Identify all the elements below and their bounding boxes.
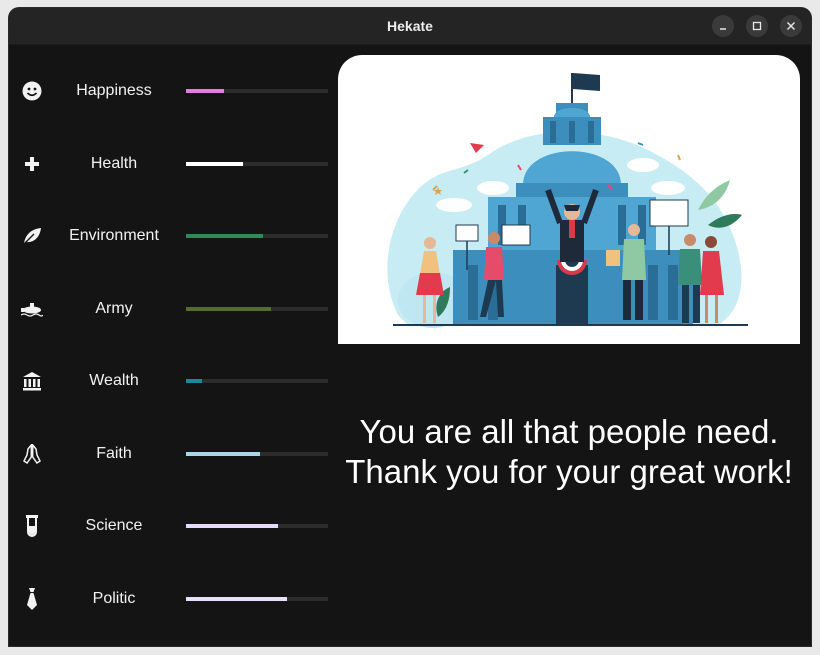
test-tube-icon	[21, 515, 43, 537]
stat-fill	[186, 162, 243, 166]
stat-row-health: Health	[9, 144, 331, 184]
app-window: Hekate Happiness Health Environment Army…	[9, 8, 811, 646]
stat-label: Politic	[92, 590, 136, 607]
tie-icon	[21, 588, 43, 610]
stat-row-happiness: Happiness	[9, 71, 331, 111]
stat-bar-health	[186, 162, 328, 166]
stat-fill	[186, 524, 279, 528]
maximize-icon	[752, 21, 762, 31]
event-message: You are all that people need. Thank you …	[331, 412, 807, 492]
stat-row-wealth: Wealth	[9, 361, 331, 401]
stat-row-army: Army	[9, 289, 331, 329]
minimize-button[interactable]	[712, 15, 734, 37]
stat-row-politic: Politic	[9, 579, 331, 619]
stat-fill	[186, 597, 287, 601]
stat-bar-science	[186, 524, 328, 528]
stat-row-science: Science	[9, 506, 331, 546]
stat-bar-politic	[186, 597, 328, 601]
stat-fill	[186, 379, 202, 383]
message-line-1: You are all that people need.	[359, 413, 779, 450]
plus-cross-icon	[21, 153, 43, 175]
stat-bar-faith	[186, 452, 328, 456]
stat-fill	[186, 234, 263, 238]
stat-label: Wealth	[89, 372, 139, 389]
maximize-button[interactable]	[746, 15, 768, 37]
bank-icon	[21, 370, 43, 392]
praying-hands-icon	[21, 443, 43, 465]
stat-fill	[186, 452, 260, 456]
window-title: Hekate	[387, 18, 433, 34]
stat-label: Faith	[96, 445, 132, 462]
minimize-icon	[720, 28, 726, 30]
event-illustration	[338, 55, 800, 344]
submarine-icon	[21, 298, 43, 320]
stat-row-faith: Faith	[9, 434, 331, 474]
stat-bar-environment	[186, 234, 328, 238]
message-line-2: Thank you for your great work!	[345, 453, 793, 490]
title-bar[interactable]: Hekate	[9, 8, 811, 45]
stat-fill	[186, 307, 272, 311]
stat-row-environment: Environment	[9, 216, 331, 256]
stat-bar-wealth	[186, 379, 328, 383]
leaf-icon	[21, 225, 43, 247]
close-button[interactable]	[780, 15, 802, 37]
stat-bar-happiness	[186, 89, 328, 93]
smiley-icon	[21, 80, 43, 102]
stat-label: Science	[85, 517, 143, 534]
stat-label: Army	[95, 300, 133, 317]
stat-label: Happiness	[76, 82, 152, 99]
stat-bar-army	[186, 307, 328, 311]
stat-label: Health	[90, 155, 138, 172]
close-icon	[787, 22, 795, 30]
stat-label: Environment	[69, 227, 159, 244]
stat-fill	[186, 89, 225, 93]
